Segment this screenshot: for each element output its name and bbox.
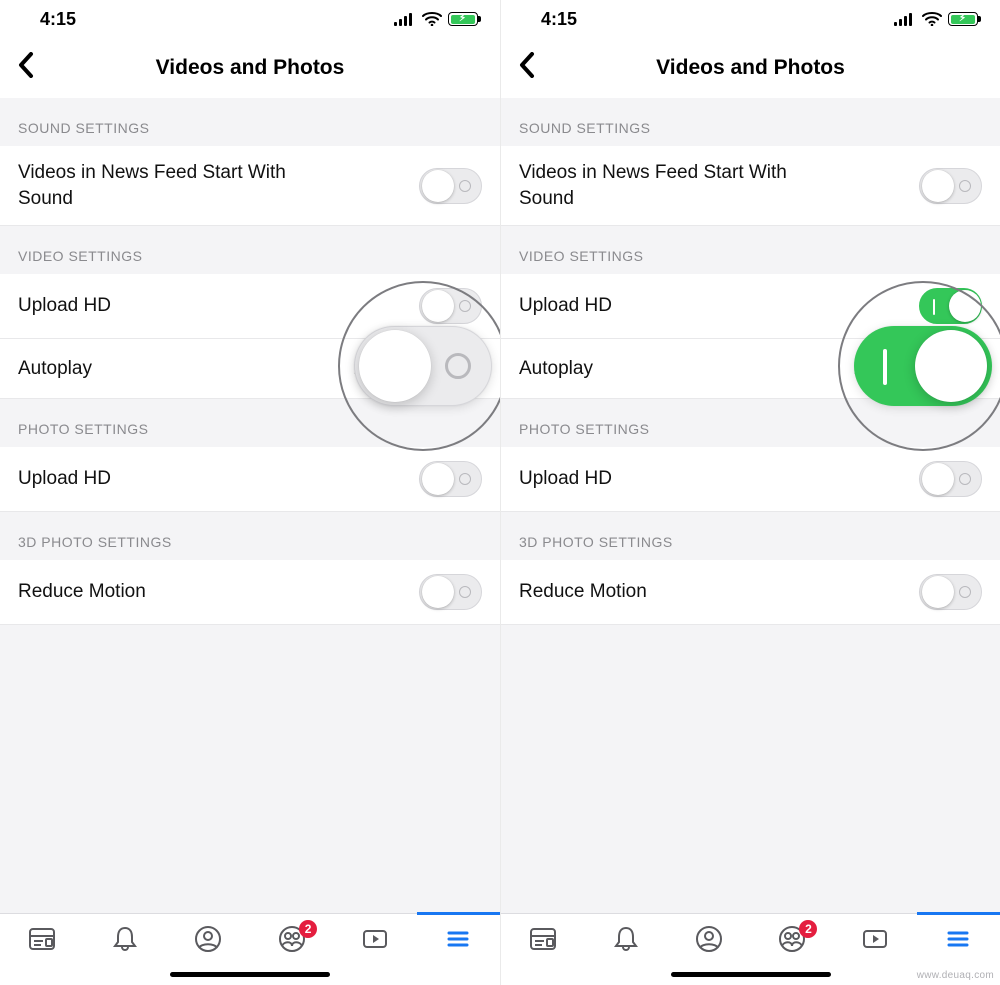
row-label: Videos in News Feed Start With Sound: [519, 160, 820, 211]
status-icons: ⚡︎: [894, 12, 978, 26]
section-header-video: VIDEO SETTINGS: [501, 226, 1000, 274]
row-photo-upload-hd[interactable]: Upload HD: [501, 447, 1000, 512]
row-value: Never Autoplay: [353, 358, 482, 380]
active-tab-indicator: [417, 912, 500, 915]
back-button[interactable]: [519, 52, 545, 84]
battery-icon: ⚡︎: [948, 12, 978, 26]
tab-notifications[interactable]: [83, 924, 166, 954]
section-header-sound: SOUND SETTINGS: [501, 98, 1000, 146]
section-header-sound: SOUND SETTINGS: [0, 98, 500, 146]
row-label: Upload HD: [18, 466, 111, 492]
active-tab-indicator: [917, 912, 1000, 915]
row-sound-start[interactable]: Videos in News Feed Start With Sound: [0, 146, 500, 226]
row-value: Never Autoplay: [853, 358, 982, 380]
status-icons: ⚡︎: [394, 12, 478, 26]
section-header-photo: PHOTO SETTINGS: [501, 399, 1000, 447]
row-label: Autoplay: [18, 356, 92, 382]
section-header-photo: PHOTO SETTINGS: [0, 399, 500, 447]
settings-content[interactable]: SOUND SETTINGS Videos in News Feed Start…: [0, 98, 500, 913]
home-indicator[interactable]: [170, 972, 330, 977]
nav-header: Videos and Photos: [501, 38, 1000, 98]
row-label: Reduce Motion: [519, 579, 647, 605]
tab-groups[interactable]: 2: [751, 924, 834, 954]
settings-content[interactable]: SOUND SETTINGS Videos in News Feed Start…: [501, 98, 1000, 913]
row-photo-upload-hd[interactable]: Upload HD: [0, 447, 500, 512]
watch-icon: [860, 924, 890, 954]
cellular-signal-icon: [894, 12, 916, 26]
groups-badge: 2: [299, 920, 317, 938]
row-label: Upload HD: [519, 466, 612, 492]
tab-profile[interactable]: [667, 924, 750, 954]
battery-icon: ⚡︎: [448, 12, 478, 26]
charging-bolt-icon: ⚡︎: [459, 14, 466, 24]
profile-icon: [694, 924, 724, 954]
row-label: Autoplay: [519, 356, 593, 382]
status-bar: 4:15 ⚡︎: [501, 0, 1000, 38]
hamburger-menu-icon: [443, 924, 473, 954]
groups-badge: 2: [799, 920, 817, 938]
profile-icon: [193, 924, 223, 954]
row-reduce-motion[interactable]: Reduce Motion: [0, 560, 500, 625]
row-autoplay[interactable]: Autoplay Never Autoplay: [0, 339, 500, 399]
status-bar: 4:15 ⚡︎: [0, 0, 500, 38]
row-video-upload-hd[interactable]: Upload HD: [501, 274, 1000, 339]
row-label: Upload HD: [18, 293, 111, 319]
wifi-icon: [922, 12, 942, 26]
row-sound-start[interactable]: Videos in News Feed Start With Sound: [501, 146, 1000, 226]
toggle-reduce-motion[interactable]: [419, 574, 482, 610]
news-feed-icon: [528, 924, 558, 954]
home-indicator[interactable]: [671, 972, 831, 977]
hamburger-menu-icon: [943, 924, 973, 954]
row-label: Upload HD: [519, 293, 612, 319]
back-button[interactable]: [18, 52, 44, 84]
wifi-icon: [422, 12, 442, 26]
tab-news-feed[interactable]: [0, 924, 83, 954]
screenshot-pair: 4:15 ⚡︎ Videos and Photos SOUND SETTINGS: [0, 0, 1000, 985]
row-label: Reduce Motion: [18, 579, 146, 605]
row-label: Videos in News Feed Start With Sound: [18, 160, 320, 211]
toggle-sound-start[interactable]: [919, 168, 982, 204]
tab-profile[interactable]: [167, 924, 250, 954]
page-title: Videos and Photos: [0, 56, 500, 80]
row-autoplay[interactable]: Autoplay Never Autoplay: [501, 339, 1000, 399]
tab-notifications[interactable]: [584, 924, 667, 954]
toggle-photo-upload-hd[interactable]: [919, 461, 982, 497]
phone-screen-right: 4:15 ⚡︎ Videos and Photos SOUND SETTINGS: [500, 0, 1000, 985]
section-header-video: VIDEO SETTINGS: [0, 226, 500, 274]
row-reduce-motion[interactable]: Reduce Motion: [501, 560, 1000, 625]
page-title: Videos and Photos: [501, 56, 1000, 80]
toggle-video-upload-hd[interactable]: [419, 288, 482, 324]
news-feed-icon: [27, 924, 57, 954]
charging-bolt-icon: ⚡︎: [959, 14, 966, 24]
watermark: www.deuaq.com: [917, 970, 994, 981]
bell-icon: [611, 924, 641, 954]
tab-watch[interactable]: [834, 924, 917, 954]
tab-watch[interactable]: [333, 924, 416, 954]
status-time: 4:15: [40, 9, 76, 30]
toggle-video-upload-hd[interactable]: [919, 288, 982, 324]
status-time: 4:15: [541, 9, 577, 30]
tab-groups[interactable]: 2: [250, 924, 333, 954]
nav-header: Videos and Photos: [0, 38, 500, 98]
tab-menu[interactable]: [417, 924, 500, 954]
row-video-upload-hd[interactable]: Upload HD: [0, 274, 500, 339]
watch-icon: [360, 924, 390, 954]
tab-news-feed[interactable]: [501, 924, 584, 954]
phone-screen-left: 4:15 ⚡︎ Videos and Photos SOUND SETTINGS: [0, 0, 500, 985]
toggle-sound-start[interactable]: [419, 168, 482, 204]
section-header-3d: 3D PHOTO SETTINGS: [0, 512, 500, 560]
section-header-3d: 3D PHOTO SETTINGS: [501, 512, 1000, 560]
tab-menu[interactable]: [917, 924, 1000, 954]
bell-icon: [110, 924, 140, 954]
toggle-photo-upload-hd[interactable]: [419, 461, 482, 497]
toggle-reduce-motion[interactable]: [919, 574, 982, 610]
cellular-signal-icon: [394, 12, 416, 26]
